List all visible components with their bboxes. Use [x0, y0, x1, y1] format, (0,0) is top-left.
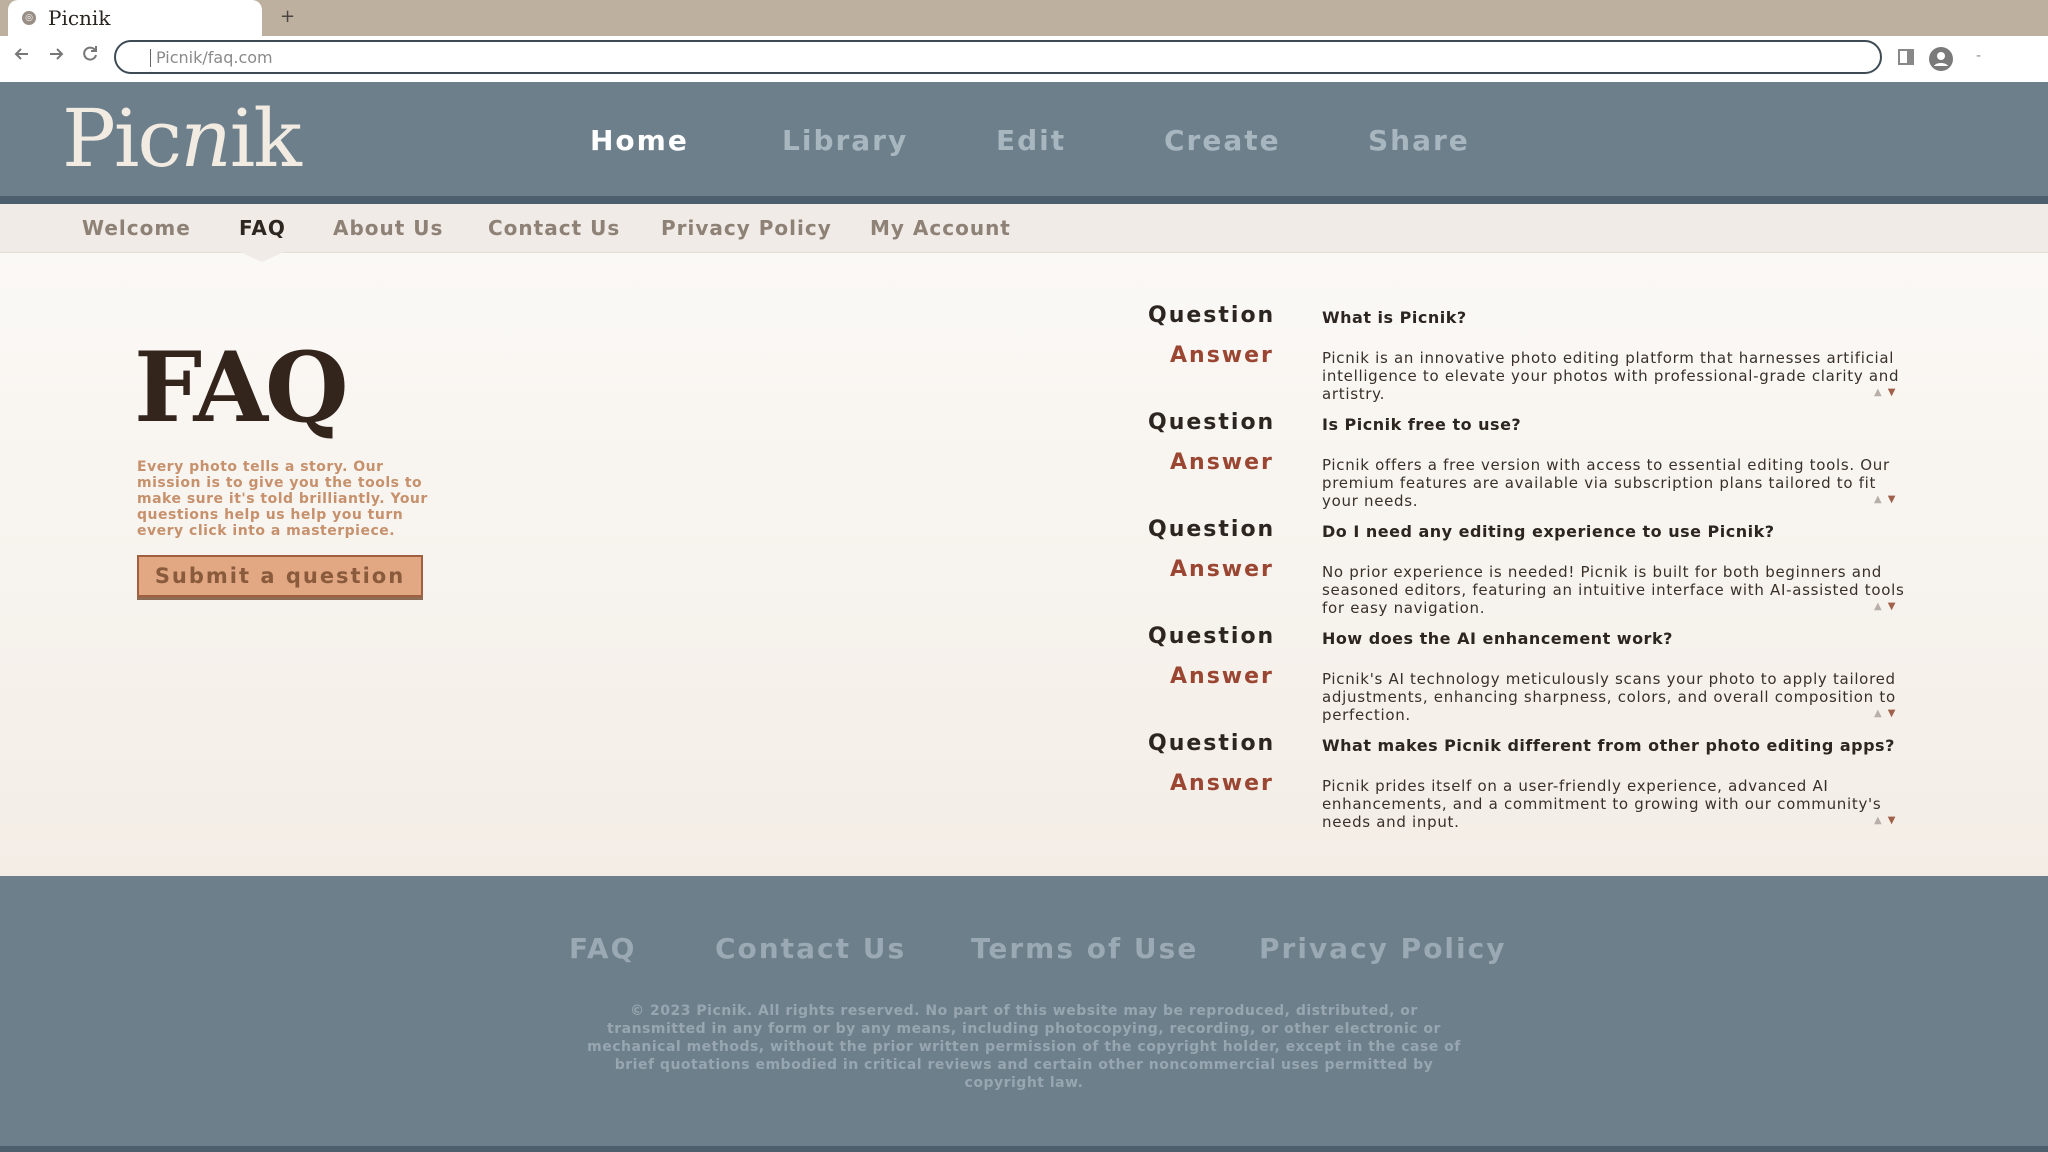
profile-icon[interactable] — [1928, 46, 1954, 76]
arrow-down-icon[interactable]: ▼ — [1888, 708, 1902, 719]
faq-item: Question What is Picnik? Answer Picnik i… — [0, 303, 2048, 410]
subnav-my-account[interactable]: My Account — [870, 216, 1011, 240]
answer-label: Answer — [1170, 343, 1274, 368]
question-label: Question — [1148, 303, 1276, 328]
question-label: Question — [1148, 410, 1276, 435]
faq-item: Question Do I need any editing experienc… — [0, 517, 2048, 624]
arrow-up-icon[interactable]: ▲ — [1874, 601, 1888, 612]
copyright-notice: © 2023 Picnik. All rights reserved. No p… — [587, 1003, 1461, 1091]
answer-text: Picnik offers a free version with access… — [1322, 456, 1890, 510]
browser-tab[interactable]: ◎ Picnik — [8, 0, 262, 36]
subnav-welcome[interactable]: Welcome — [82, 216, 191, 240]
nav-create[interactable]: Create — [1164, 124, 1281, 157]
arrow-down-icon[interactable]: ▼ — [1888, 601, 1902, 612]
nav-home[interactable]: Home — [590, 124, 689, 157]
faq-item: Question How does the AI enhancement wor… — [0, 624, 2048, 731]
subnav-privacy-policy[interactable]: Privacy Policy — [661, 216, 832, 240]
faq-content: FAQ Every photo tells a story. Our missi… — [0, 253, 2048, 876]
answer-text: Picnik prides itself on a user-friendly … — [1322, 777, 1882, 831]
text-caret — [150, 49, 151, 67]
address-bar[interactable]: Picnik/faq.com — [114, 40, 1882, 74]
answer-label: Answer — [1170, 664, 1274, 689]
answer-text: Picnik is an innovative photo editing pl… — [1322, 349, 1900, 403]
forward-arrow-icon[interactable] — [46, 44, 66, 69]
question-text: What makes Picnik different from other p… — [1322, 736, 1895, 755]
nav-library[interactable]: Library — [782, 124, 908, 157]
arrow-up-icon[interactable]: ▲ — [1874, 494, 1888, 505]
subnav-about-us[interactable]: About Us — [333, 216, 443, 240]
question-text: Is Picnik free to use? — [1322, 415, 1522, 434]
expand-toggle[interactable]: ▲▼ — [1874, 815, 1901, 826]
question-label: Question — [1148, 624, 1276, 649]
arrow-down-icon[interactable]: ▼ — [1888, 494, 1902, 505]
sub-navigation: Welcome FAQ About Us Contact Us Privacy … — [0, 204, 2048, 253]
browser-tab-bar: ◎ Picnik + — [0, 0, 2048, 36]
footer-faq-link[interactable]: FAQ — [569, 932, 636, 965]
faq-item: Question Is Picnik free to use? Answer P… — [0, 410, 2048, 517]
expand-toggle[interactable]: ▲▼ — [1874, 387, 1901, 398]
reload-icon[interactable] — [80, 44, 100, 69]
subnav-faq[interactable]: FAQ — [239, 216, 286, 240]
logo[interactable]: Picnik — [62, 92, 302, 185]
tab-title: Picnik — [48, 6, 111, 30]
nav-share[interactable]: Share — [1368, 124, 1470, 157]
subnav-contact-us[interactable]: Contact Us — [488, 216, 620, 240]
arrow-up-icon[interactable]: ▲ — [1874, 815, 1888, 826]
arrow-down-icon[interactable]: ▼ — [1888, 815, 1902, 826]
footer-contact-link[interactable]: Contact Us — [715, 932, 906, 965]
answer-label: Answer — [1170, 450, 1274, 475]
nav-edit[interactable]: Edit — [996, 124, 1066, 157]
site-footer: FAQ Contact Us Terms of Use Privacy Poli… — [0, 876, 2048, 1146]
answer-text: No prior experience is needed! Picnik is… — [1322, 563, 1905, 617]
arrow-up-icon[interactable]: ▲ — [1874, 387, 1888, 398]
question-label: Question — [1148, 731, 1276, 756]
globe-icon: ◎ — [22, 11, 36, 25]
arrow-up-icon[interactable]: ▲ — [1874, 708, 1888, 719]
expand-toggle[interactable]: ▲▼ — [1874, 708, 1901, 719]
footer-privacy-link[interactable]: Privacy Policy — [1259, 932, 1506, 965]
question-label: Question — [1148, 517, 1276, 542]
question-text: Do I need any editing experience to use … — [1322, 522, 1775, 541]
answer-label: Answer — [1170, 557, 1274, 582]
arrow-down-icon[interactable]: ▼ — [1888, 387, 1902, 398]
new-tab-button[interactable]: + — [280, 6, 295, 27]
question-text: What is Picnik? — [1322, 308, 1467, 327]
minimize-button[interactable]: - — [1976, 48, 1981, 64]
question-text: How does the AI enhancement work? — [1322, 629, 1673, 648]
footer-terms-link[interactable]: Terms of Use — [971, 932, 1198, 965]
active-subnav-pointer — [240, 252, 284, 262]
answer-text: Picnik's AI technology meticulously scan… — [1322, 670, 1896, 724]
expand-toggle[interactable]: ▲▼ — [1874, 494, 1901, 505]
faq-item: Question What makes Picnik different fro… — [0, 731, 2048, 838]
expand-toggle[interactable]: ▲▼ — [1874, 601, 1901, 612]
answer-label: Answer — [1170, 771, 1274, 796]
bottom-divider — [0, 1146, 2048, 1152]
site-header: Picnik Home Library Edit Create Share — [0, 82, 2048, 204]
back-arrow-icon[interactable] — [12, 44, 32, 69]
url-text: Picnik/faq.com — [156, 48, 273, 67]
sidebar-icon[interactable] — [1898, 48, 1914, 70]
